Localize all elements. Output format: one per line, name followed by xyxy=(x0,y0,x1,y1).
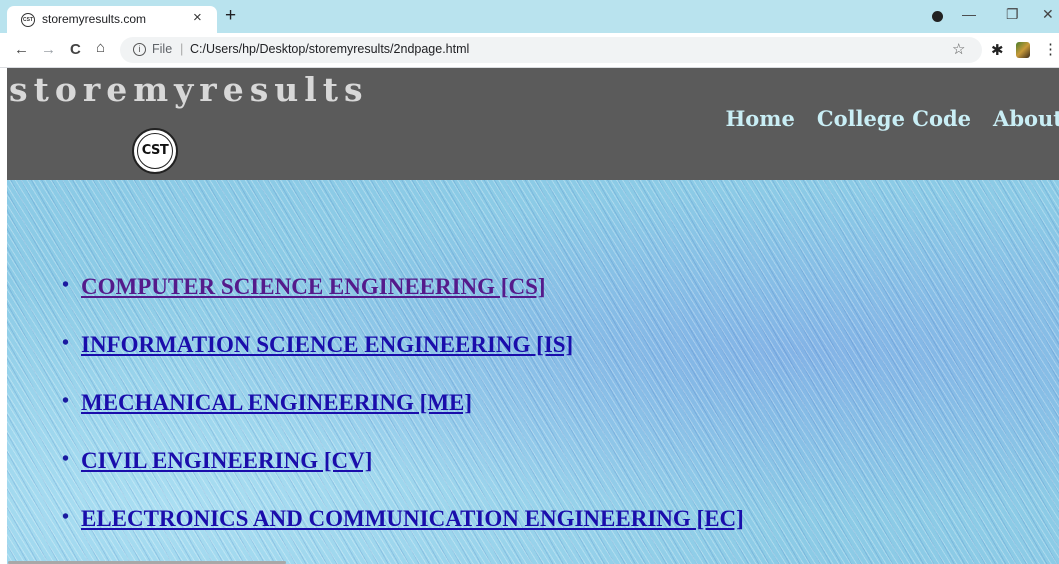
profile-indicator-icon[interactable] xyxy=(932,11,943,22)
bookmark-star-icon[interactable]: ☆ xyxy=(952,40,965,58)
extensions-puzzle-icon[interactable]: ✱ xyxy=(991,41,1004,59)
branch-link-cv[interactable]: CIVIL ENGINEERING [CV] xyxy=(81,448,372,473)
forward-button[interactable]: → xyxy=(41,41,56,58)
address-bar[interactable]: i File | C:/Users/hp/Desktop/storemyresu… xyxy=(120,37,982,63)
restore-button[interactable]: ❐ xyxy=(1006,6,1019,23)
site-nav: Home College Code About xyxy=(725,106,1059,131)
url-separator: | xyxy=(180,41,184,56)
web-page: storemyresults CST Home College Code Abo… xyxy=(7,68,1059,564)
branch-item: • COMPUTER SCIENCE ENGINEERING [CS] xyxy=(62,274,744,332)
branch-item: • INFORMATION SCIENCE ENGINEERING [IS] xyxy=(62,332,744,390)
site-info-icon[interactable]: i xyxy=(133,43,146,56)
browser-menu-icon[interactable]: ⋮ xyxy=(1043,40,1058,58)
branch-link-cs[interactable]: COMPUTER SCIENCE ENGINEERING [CS] xyxy=(81,274,546,299)
branch-item: • MECHANICAL ENGINEERING [ME] xyxy=(62,390,744,448)
tab-title: storemyresults.com xyxy=(42,12,147,26)
reload-button[interactable]: C xyxy=(70,41,81,58)
url-text[interactable]: C:/Users/hp/Desktop/storemyresults/2ndpa… xyxy=(190,42,469,56)
branch-link-ec[interactable]: ELECTRONICS AND COMMUNICATION ENGINEERIN… xyxy=(81,506,744,531)
logo-text: CST xyxy=(137,133,173,169)
profile-avatar[interactable] xyxy=(1016,42,1030,58)
content-area: • COMPUTER SCIENCE ENGINEERING [CS] • IN… xyxy=(7,180,1059,564)
branch-link-me[interactable]: MECHANICAL ENGINEERING [ME] xyxy=(81,390,472,415)
bullet: • xyxy=(62,390,70,412)
branch-link-is[interactable]: INFORMATION SCIENCE ENGINEERING [IS] xyxy=(81,332,573,357)
nav-college-code-link[interactable]: College Code xyxy=(817,106,971,131)
url-scheme: File xyxy=(152,42,173,56)
bullet: • xyxy=(62,332,70,354)
branch-item: • ELECTRONICS AND COMMUNICATION ENGINEER… xyxy=(62,506,744,564)
branch-list: • COMPUTER SCIENCE ENGINEERING [CS] • IN… xyxy=(62,274,744,564)
new-tab-button[interactable]: + xyxy=(225,5,236,27)
tab-favicon-icon: CST xyxy=(21,13,35,27)
nav-about-link[interactable]: About xyxy=(993,106,1059,131)
close-window-button[interactable]: ✕ xyxy=(1042,6,1054,23)
site-brand: storemyresults xyxy=(9,70,369,109)
minimize-button[interactable]: — xyxy=(962,6,976,22)
browser-tabstrip: CST storemyresults.com × + — ❐ ✕ xyxy=(0,0,1059,33)
tab-close-icon[interactable]: × xyxy=(193,9,202,26)
cst-logo: CST xyxy=(132,128,178,174)
home-button[interactable]: ⌂ xyxy=(96,39,105,56)
nav-home-link[interactable]: Home xyxy=(725,106,794,131)
back-button[interactable]: ← xyxy=(14,41,29,58)
branch-item: • CIVIL ENGINEERING [CV] xyxy=(62,448,744,506)
bullet: • xyxy=(62,448,70,470)
bullet: • xyxy=(62,506,70,528)
browser-toolbar: ← → C ⌂ i File | C:/Users/hp/Desktop/sto… xyxy=(0,33,1059,68)
browser-tab[interactable]: CST storemyresults.com × xyxy=(7,6,217,33)
bullet: • xyxy=(62,274,70,296)
site-header: storemyresults CST Home College Code Abo… xyxy=(7,68,1059,180)
